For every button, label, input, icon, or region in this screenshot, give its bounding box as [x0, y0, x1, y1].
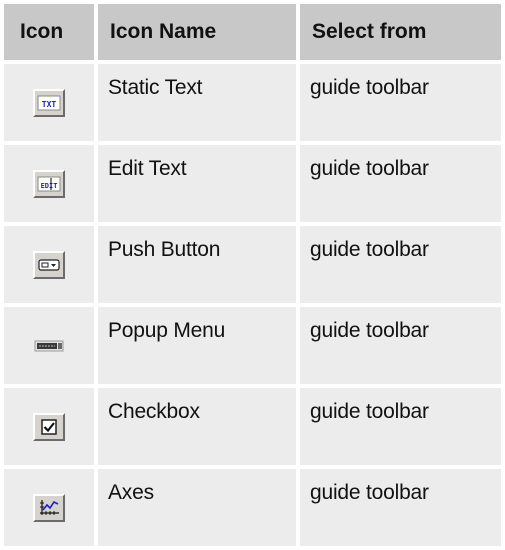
- select-from-cell: guide toolbar: [300, 64, 501, 141]
- icon-cell: [4, 226, 94, 303]
- icon-name-cell: Axes: [98, 469, 296, 546]
- icon-name-cell: Static Text: [98, 64, 296, 141]
- edit-text-icon: EDIT: [33, 169, 65, 198]
- table-row: EDIT Edit Text guide toolbar: [4, 145, 501, 222]
- select-from-cell: guide toolbar: [300, 469, 501, 546]
- icon-cell: [4, 388, 94, 465]
- select-from-cell: guide toolbar: [300, 307, 501, 384]
- icon-cell: TXT: [4, 64, 94, 141]
- header-select-from: Select from: [300, 4, 501, 60]
- popup-menu-icon: [33, 332, 65, 360]
- axes-icon: [33, 493, 65, 522]
- icon-cell: EDIT: [4, 145, 94, 222]
- edit-text-icon-glyph: EDIT: [41, 182, 58, 190]
- select-from-cell: guide toolbar: [300, 226, 501, 303]
- icon-cell: [4, 307, 94, 384]
- icon-cell: [4, 469, 94, 546]
- controls-table: Icon Icon Name Select from TXT Static Te…: [0, 0, 505, 550]
- icon-name-cell: Popup Menu: [98, 307, 296, 384]
- table-row: Checkbox guide toolbar: [4, 388, 501, 465]
- table-row: TXT Static Text guide toolbar: [4, 64, 501, 141]
- checkbox-icon: [33, 412, 65, 441]
- table-row: Popup Menu guide toolbar: [4, 307, 501, 384]
- header-icon-name: Icon Name: [98, 4, 296, 60]
- table-row: Push Button guide toolbar: [4, 226, 501, 303]
- header-icon: Icon: [4, 4, 94, 60]
- select-from-cell: guide toolbar: [300, 388, 501, 465]
- icon-name-cell: Checkbox: [98, 388, 296, 465]
- select-from-cell: guide toolbar: [300, 145, 501, 222]
- push-button-icon: [33, 250, 65, 279]
- icon-name-cell: Edit Text: [98, 145, 296, 222]
- header-row: Icon Icon Name Select from: [4, 4, 501, 60]
- icon-name-cell: Push Button: [98, 226, 296, 303]
- table-row: Axes guide toolbar: [4, 469, 501, 546]
- static-text-icon: TXT: [33, 88, 65, 117]
- static-text-icon-glyph: TXT: [42, 100, 57, 109]
